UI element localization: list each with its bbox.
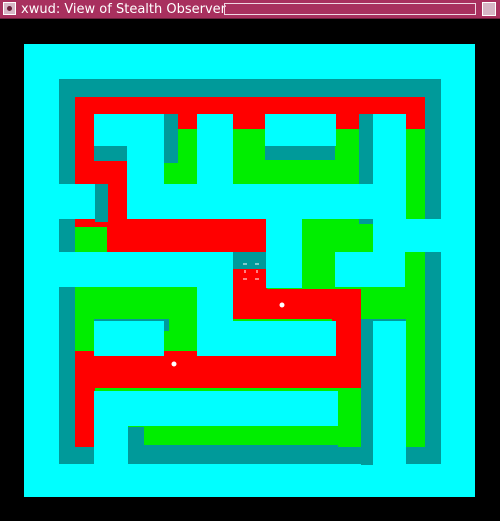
title-bar[interactable]: xwud: View of Stealth Observer	[0, 0, 500, 19]
opponent-marker	[171, 361, 177, 367]
maximize-icon[interactable]	[482, 2, 496, 16]
window-title: xwud: View of Stealth Observer	[21, 2, 227, 17]
title-bar-fill	[224, 3, 476, 15]
maze-svg	[24, 44, 475, 497]
window-menu-icon[interactable]	[3, 2, 16, 15]
observer-eye-marker	[279, 302, 285, 308]
maze-view	[0, 19, 500, 521]
